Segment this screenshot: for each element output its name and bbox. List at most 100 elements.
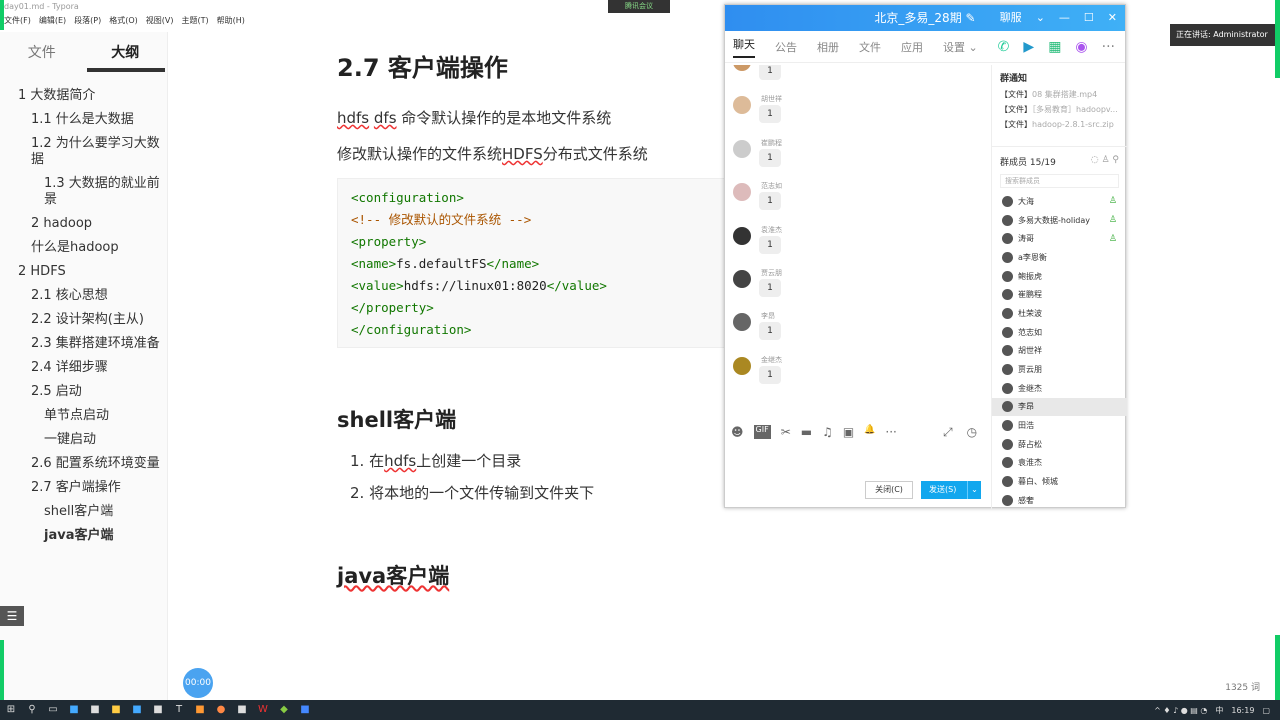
ime-indicator[interactable]: 中 (1215, 705, 1223, 716)
gif-icon[interactable]: GIF (753, 425, 771, 439)
member-item[interactable]: 金继杰 (992, 379, 1127, 398)
tab-settings[interactable]: 设置 ⌄ (943, 39, 978, 55)
tab-files[interactable]: 文件 (0, 32, 84, 70)
menu-paragraph[interactable]: 段落(P) (74, 15, 101, 29)
outline-item[interactable]: 2.2 设计架构(主从) (0, 308, 167, 332)
tab-outline[interactable]: 大纲 (84, 32, 168, 72)
sidebar-toggle-icon[interactable]: ☰ (0, 606, 24, 626)
music-icon[interactable]: ♫ (822, 425, 833, 439)
avatar[interactable] (733, 356, 751, 375)
outline-item[interactable]: 2.1 核心思想 (0, 284, 167, 308)
outline-item[interactable]: 单节点启动 (0, 404, 167, 428)
close-button[interactable]: 关闭(C) (865, 481, 913, 499)
menu-view[interactable]: 视图(V) (146, 15, 174, 29)
emoji-icon[interactable]: ☻ (731, 425, 744, 439)
task-view-icon[interactable]: ▭ (46, 703, 60, 717)
windows-start-icon[interactable]: ⊞ (4, 703, 18, 717)
menu-edit[interactable]: 编辑(E) (39, 15, 66, 29)
image-icon[interactable]: ▣ (843, 425, 854, 439)
outline-item[interactable]: 一键启动 (0, 428, 167, 452)
notice-file-item[interactable]: 【文件】［多易教育］hadoopv... (1000, 102, 1119, 117)
close-icon[interactable]: ✕ (1108, 5, 1117, 31)
tray-icons[interactable]: ^ ♦ ♪ ● ▤ ◔ (1154, 706, 1207, 715)
qq-icon[interactable]: ■ (298, 703, 312, 717)
app-icon[interactable]: ◉ (1075, 39, 1087, 55)
screenshot-icon[interactable]: ✂ (781, 425, 791, 439)
avatar[interactable] (733, 226, 751, 245)
member-item[interactable]: 田浩 (992, 416, 1127, 435)
meeting-badge[interactable]: 腾讯会议 (608, 0, 670, 13)
screen-share-icon[interactable]: ▦ (1048, 39, 1061, 55)
bell-icon[interactable]: 🔔 (864, 425, 875, 439)
avatar[interactable] (733, 139, 751, 158)
menu-format[interactable]: 格式(O) (109, 15, 138, 29)
member-item[interactable]: 涛哥 ♙ (992, 229, 1127, 248)
phone-icon[interactable]: ✆ (998, 39, 1010, 55)
search-icon[interactable]: ⚲ (25, 703, 39, 717)
app-icon[interactable]: ◆ (277, 703, 291, 717)
history-icon[interactable]: ◷ (967, 425, 977, 440)
avatar[interactable] (733, 183, 751, 202)
outline-item[interactable]: 2.7 客户端操作 (0, 476, 167, 500)
word-count[interactable]: 1325 词 (1225, 680, 1260, 693)
chrome-icon[interactable]: ● (214, 703, 228, 717)
avatar[interactable] (733, 313, 751, 332)
member-item[interactable]: 薛占松 (992, 435, 1127, 454)
member-item[interactable]: 贾云朋 (992, 360, 1127, 379)
outline-item[interactable]: 2.5 启动 (0, 380, 167, 404)
clock[interactable]: 16:19 (1231, 706, 1254, 715)
avatar[interactable] (733, 96, 751, 115)
outline-item[interactable]: 什么是hadoop (0, 236, 167, 260)
app-icon[interactable]: ■ (130, 703, 144, 717)
member-item[interactable]: 暮白、倾城 (992, 472, 1127, 491)
member-actions-icons[interactable]: ◌ ♙ ⚲ (1091, 155, 1119, 168)
more-icon[interactable]: ··· (1102, 39, 1115, 55)
message-list[interactable]: 田浩1胡世祥1崔鹏程1范志如1袁淮杰1贾云朋1李昂1金继杰1 (725, 65, 987, 420)
chevron-down-icon[interactable]: ⌄ (967, 481, 981, 499)
app-icon[interactable]: ■ (67, 703, 81, 717)
member-item[interactable]: 多易大数据-holiday ♙ (992, 211, 1127, 230)
outline-item[interactable]: 2.3 集群搭建环境准备 (0, 332, 167, 356)
tab-chat[interactable]: 聊天 (733, 36, 755, 58)
notice-file-item[interactable]: 【文件】hadoop-2.8.1-src.zip (1000, 117, 1119, 132)
member-item[interactable]: 大海 ♙ (992, 192, 1127, 211)
folder-icon[interactable]: ■ (109, 703, 123, 717)
member-search-input[interactable]: 搜索群成员 (1000, 174, 1119, 188)
outline-item[interactable]: 2 hadoop (0, 212, 167, 236)
outline-item[interactable]: 1.3 大数据的就业前景 (0, 172, 167, 212)
wps-icon[interactable]: W (256, 703, 270, 717)
member-item[interactable]: 李昂 (992, 397, 1127, 417)
member-item[interactable]: 鲍振虎 (992, 267, 1127, 286)
tab-files[interactable]: 文件 (859, 39, 881, 55)
typora-icon[interactable]: T (172, 703, 186, 717)
notification-icon[interactable]: ▢ (1262, 706, 1270, 715)
member-item[interactable]: 袁淮杰 (992, 454, 1127, 473)
outline-item[interactable]: 1 大数据简介 (0, 84, 167, 108)
member-item[interactable]: 杜荣波 (992, 304, 1127, 323)
recording-timer[interactable]: 00:00 (183, 668, 213, 698)
outline-item[interactable]: 1.2 为什么要学习大数据 (0, 132, 167, 172)
chat-mode-label[interactable]: 聊服 (1000, 5, 1022, 31)
member-item[interactable]: a李恩衡 (992, 248, 1127, 267)
send-button[interactable]: 发送(S) ⌄ (921, 481, 981, 499)
maximize-icon[interactable]: ☐ (1084, 5, 1094, 31)
more-icon[interactable]: ··· (885, 425, 896, 439)
tab-apps[interactable]: 应用 (901, 39, 923, 55)
outline-item[interactable]: 2.4 详细步骤 (0, 356, 167, 380)
member-item[interactable]: 感奢 (992, 491, 1127, 510)
menu-file[interactable]: 文件(F) (4, 15, 31, 29)
member-item[interactable]: 崔鹏程 (992, 285, 1127, 304)
app-icon[interactable]: ■ (193, 703, 207, 717)
expand-icon[interactable]: ⤢ (943, 425, 953, 440)
menu-theme[interactable]: 主题(T) (181, 15, 208, 29)
outline-item[interactable]: 1.1 什么是大数据 (0, 108, 167, 132)
menu-help[interactable]: 帮助(H) (217, 15, 245, 29)
video-icon[interactable]: ▶ (1023, 39, 1034, 55)
outline-item[interactable]: java客户端 (0, 524, 167, 548)
avatar[interactable] (733, 269, 751, 288)
member-item[interactable]: 胡世祥 (992, 342, 1127, 361)
notice-file-item[interactable]: 【文件】08 集群搭建.mp4 (1000, 87, 1119, 102)
app-icon[interactable]: ■ (151, 703, 165, 717)
outline-item[interactable]: 2 HDFS (0, 260, 167, 284)
tab-announcement[interactable]: 公告 (775, 39, 797, 55)
